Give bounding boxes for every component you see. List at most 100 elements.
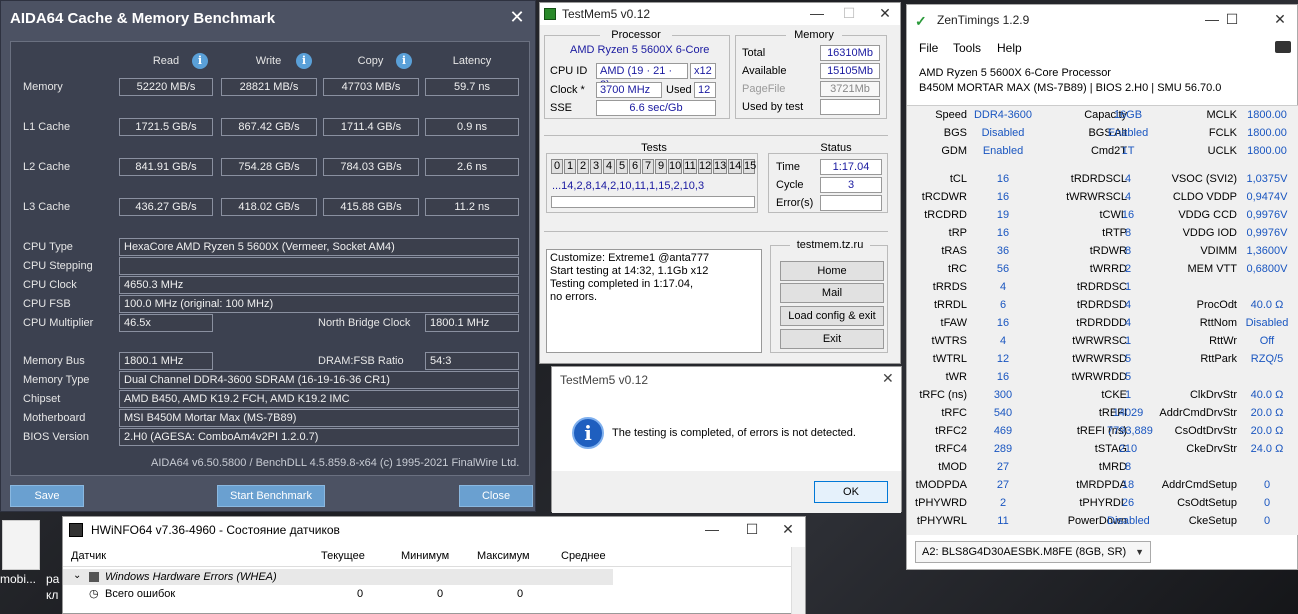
timing-value: 2 — [1124, 263, 1132, 275]
timing-value: 1800.00 — [1247, 145, 1287, 157]
col-sensor[interactable]: Датчик — [71, 550, 106, 562]
sensor-name: Всего ошибок — [105, 588, 176, 600]
divider — [544, 231, 888, 232]
timing-value: 1 — [1124, 335, 1132, 347]
desktop-file-icon[interactable] — [2, 520, 40, 570]
mem-bus-value: 1800.1 MHz — [119, 352, 213, 370]
motherboard-label: Motherboard — [23, 412, 86, 424]
row-label-l3: L3 Cache — [23, 201, 71, 213]
timing-value: 18 — [1121, 479, 1135, 491]
timing-label: tWTRS — [931, 335, 967, 347]
test-cell-1: 1 — [564, 159, 576, 174]
cpu-type-value: HexaCore AMD Ryzen 5 5600X (Vermeer, Soc… — [119, 238, 519, 256]
test-cell-7: 7 — [642, 159, 654, 174]
table-row[interactable]: ⌄ Windows Hardware Errors (WHEA) — [63, 569, 613, 585]
start-benchmark-button[interactable]: Start Benchmark — [217, 485, 325, 507]
timing-label: tRFC (ns) — [919, 389, 967, 401]
used-by-test-field — [820, 99, 880, 115]
info-icon[interactable]: i — [396, 53, 412, 69]
timing-label: tRFC — [941, 407, 967, 419]
time-field: 1:17.04 — [820, 159, 882, 175]
timing-value: 4 — [1124, 191, 1132, 203]
timing-label: tMODPDA — [915, 479, 967, 491]
minimize-icon[interactable]: — — [703, 521, 721, 537]
minimize-icon[interactable]: — — [808, 5, 826, 21]
timing-label: MEM VTT — [1187, 263, 1238, 275]
chip-icon — [89, 572, 99, 582]
timing-value: 1,0375V — [1246, 173, 1288, 185]
col-avg[interactable]: Среднее — [561, 550, 606, 562]
info-icon[interactable]: i — [192, 53, 208, 69]
used-field: 12 — [694, 82, 716, 98]
close-button[interactable]: Close — [459, 485, 533, 507]
chevron-down-icon[interactable]: ⌄ — [73, 570, 81, 581]
ok-button[interactable]: OK — [814, 481, 888, 503]
col-max[interactable]: Максимум — [477, 550, 530, 562]
vertical-scrollbar[interactable] — [791, 547, 805, 614]
screenshot-camera-icon[interactable] — [1275, 41, 1291, 53]
menu-file[interactable]: File — [919, 41, 938, 55]
header-latency: Latency — [452, 55, 492, 67]
mail-button[interactable]: Mail — [780, 283, 884, 303]
timing-label: RttNom — [1199, 317, 1237, 329]
timing-label: RttWr — [1209, 335, 1237, 347]
timing-value: 210 — [1118, 443, 1138, 455]
dimm-select[interactable]: A2: BLS8G4D30AESBK.M8FE (8GB, SR) ▼ — [915, 541, 1151, 563]
timing-label: ClkDrvStr — [1189, 389, 1237, 401]
progress-bar — [551, 196, 755, 208]
close-icon[interactable]: ✕ — [507, 6, 527, 28]
sensor-min: 0 — [437, 588, 444, 600]
table-row[interactable]: ◷ Всего ошибок 0 0 0 — [63, 586, 613, 602]
dram-fsb-label: DRAM:FSB Ratio — [318, 355, 404, 367]
test-cell-6: 6 — [629, 159, 641, 174]
timing-label: VDDG CCD — [1178, 209, 1237, 221]
exit-button[interactable]: Exit — [780, 329, 884, 349]
col-current[interactable]: Текущее — [321, 550, 365, 562]
cpu-name: AMD Ryzen 5 5600X 6-Core Processor — [919, 67, 1111, 79]
cpu-clock-value: 4650.3 MHz — [119, 276, 519, 294]
cpu-type-label: CPU Type — [23, 241, 73, 253]
site-title: testmem.tz.ru — [790, 239, 870, 251]
chipset-label: Chipset — [23, 393, 61, 405]
mem-type-value: Dual Channel DDR4-3600 SDRAM (16-19-16-3… — [119, 371, 519, 389]
timing-label: tRAS — [941, 245, 967, 257]
load-config-exit-button[interactable]: Load config & exit — [780, 306, 884, 326]
close-icon[interactable]: ✕ — [1271, 11, 1289, 28]
clock-label: Clock * — [550, 84, 585, 96]
close-icon[interactable]: ✕ — [779, 521, 797, 538]
timing-label: MCLK — [1206, 109, 1237, 121]
minimize-icon[interactable]: — — [1203, 11, 1221, 27]
timing-label: AddrCmdDrvStr — [1159, 407, 1237, 419]
timing-value: 16 — [996, 191, 1010, 203]
timing-value: DDR4-3600 — [973, 109, 1033, 121]
menu-tools[interactable]: Tools — [953, 41, 981, 55]
timing-value: 0 — [1263, 479, 1271, 491]
l2-copy: 784.03 GB/s — [323, 158, 419, 176]
desktop-icon-label: mobi... — [0, 572, 37, 586]
cpu-stepping-label: CPU Stepping — [23, 260, 93, 272]
cpu-name: AMD Ryzen 5 5600X 6-Core — [570, 44, 710, 56]
timing-label: VDDG IOD — [1182, 227, 1237, 239]
test-cell-9: 9 — [655, 159, 667, 174]
timing-label: VDIMM — [1200, 245, 1237, 257]
timing-value: 0,9976V — [1246, 209, 1288, 221]
timing-value: 0,9976V — [1246, 227, 1288, 239]
aida64-window: AIDA64 Cache & Memory Benchmark ✕ Read i… — [0, 0, 536, 512]
info-icon[interactable]: i — [296, 53, 312, 69]
timing-label: tMOD — [938, 461, 967, 473]
timing-label: tRFC2 — [935, 425, 967, 437]
errors-field — [820, 195, 882, 211]
timing-value: 4 — [1124, 173, 1132, 185]
close-icon[interactable]: ✕ — [882, 370, 894, 387]
close-icon[interactable]: ✕ — [876, 5, 894, 22]
timing-value: 20.0 Ω — [1250, 407, 1284, 419]
menu-help[interactable]: Help — [997, 41, 1022, 55]
maximize-icon[interactable]: ☐ — [743, 521, 761, 538]
timing-label: CsOdtDrvStr — [1174, 425, 1237, 437]
col-min[interactable]: Минимум — [401, 550, 449, 562]
sensor-max: 0 — [517, 588, 524, 600]
maximize-icon[interactable]: ☐ — [1223, 11, 1241, 28]
save-button[interactable]: Save — [10, 485, 84, 507]
row-label-memory: Memory — [23, 81, 63, 93]
home-button[interactable]: Home — [780, 261, 884, 281]
